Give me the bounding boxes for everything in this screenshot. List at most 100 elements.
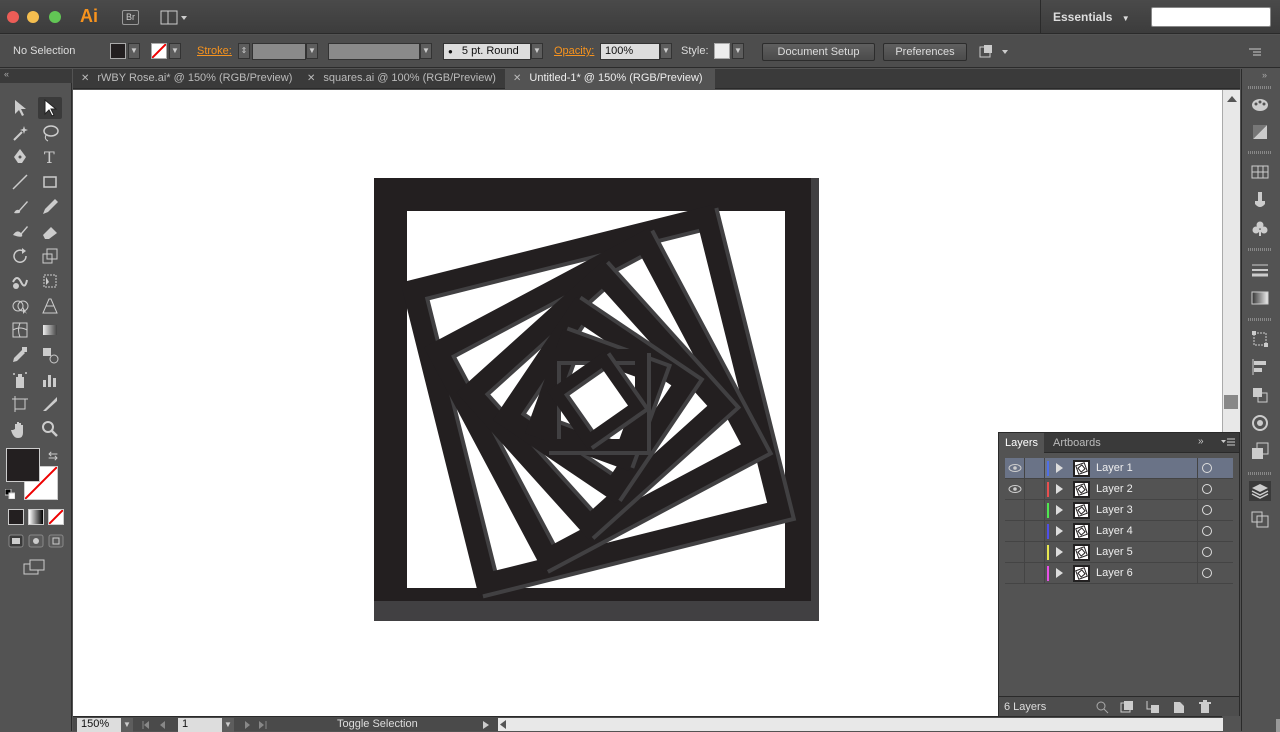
stroke-label[interactable]: Stroke: <box>197 45 232 57</box>
brushes-button[interactable] <box>1249 190 1271 210</box>
stroke-weight-stepper[interactable]: ⇕ <box>238 43 250 59</box>
panel-menu-icon[interactable] <box>1221 436 1235 448</box>
layer-lock-toggle[interactable] <box>1025 479 1045 499</box>
tab-document[interactable]: ✕ squares.ai @ 100% (RGB/Preview) <box>299 69 503 89</box>
create-new-layer-icon[interactable] <box>1172 700 1186 714</box>
tools-panel-header[interactable]: « <box>0 69 72 83</box>
horizontal-scrollbar[interactable] <box>498 718 1280 732</box>
layer-visibility-toggle[interactable] <box>1005 500 1025 520</box>
style-dropdown[interactable]: ▼ <box>732 43 744 59</box>
color-mode-icon[interactable] <box>8 509 24 525</box>
expand-triangle-icon[interactable] <box>1056 568 1063 578</box>
make-clipping-mask-icon[interactable] <box>1120 700 1134 714</box>
layer-lock-toggle[interactable] <box>1025 458 1045 478</box>
free-transform-tool-button[interactable] <box>38 270 62 292</box>
layers-panel-button[interactable] <box>1249 481 1271 501</box>
brush-definition[interactable]: ● 5 pt. Round <box>443 43 531 60</box>
tab-layers[interactable]: Layers <box>999 433 1045 453</box>
document-setup-button[interactable]: Document Setup <box>762 43 875 61</box>
fill-color-front[interactable] <box>6 448 40 482</box>
swatches-button[interactable] <box>1249 162 1271 182</box>
drawing-modes[interactable] <box>8 533 64 549</box>
close-tab-icon[interactable]: ✕ <box>81 73 89 84</box>
target-icon[interactable] <box>1202 505 1212 515</box>
align-panel-button[interactable] <box>1249 357 1271 377</box>
none-mode-icon[interactable] <box>48 509 64 525</box>
tab-document[interactable]: ✕ rWBY Rose.ai* @ 150% (RGB/Preview) <box>73 69 297 89</box>
color-panel-button[interactable] <box>1249 95 1271 115</box>
screen-mode-button[interactable] <box>22 558 46 576</box>
stroke-weight-dropdown[interactable]: ▼ <box>306 43 318 59</box>
tab-document[interactable]: ✕ Untitled-1* @ 150% (RGB/Preview) <box>505 69 715 89</box>
fill-swatch[interactable] <box>110 43 126 59</box>
blend-tool-button[interactable] <box>38 344 62 366</box>
vertical-scroll-thumb[interactable] <box>1224 395 1238 409</box>
stroke-dropdown[interactable]: ▼ <box>169 43 181 59</box>
stroke-swatch[interactable] <box>151 43 167 59</box>
zoom-window-button[interactable] <box>49 11 61 23</box>
dock-grip[interactable] <box>1248 86 1272 89</box>
rotate-tool-button[interactable] <box>8 245 32 267</box>
layer-visibility-toggle[interactable] <box>1005 521 1025 541</box>
pathfinder-panel-button[interactable] <box>1249 385 1271 405</box>
appearance-panel-button[interactable] <box>1249 413 1271 433</box>
expand-triangle-icon[interactable] <box>1056 463 1063 473</box>
shape-builder-tool-button[interactable] <box>8 295 32 317</box>
column-graph-tool-button[interactable] <box>38 369 62 391</box>
tab-artboards[interactable]: Artboards <box>1047 433 1107 453</box>
close-tab-icon[interactable]: ✕ <box>307 73 315 84</box>
close-tab-icon[interactable]: ✕ <box>513 73 521 84</box>
swap-fill-stroke-icon[interactable]: ⇆ <box>48 449 58 463</box>
zoom-level-field[interactable]: 150% <box>77 718 121 732</box>
target-icon[interactable] <box>1202 547 1212 557</box>
expand-panels-icon[interactable]: » <box>1262 70 1267 80</box>
dock-grip[interactable] <box>1248 151 1272 154</box>
hand-tool-button[interactable] <box>8 418 32 440</box>
layer-row[interactable]: Layer 5 <box>1005 542 1233 563</box>
expand-triangle-icon[interactable] <box>1056 484 1063 494</box>
perspective-grid-tool-button[interactable] <box>38 295 62 317</box>
close-window-button[interactable] <box>7 11 19 23</box>
eyedropper-tool-button[interactable] <box>8 344 32 366</box>
status-menu-arrow-icon[interactable] <box>481 720 491 730</box>
dock-grip[interactable] <box>1248 318 1272 321</box>
slice-tool-button[interactable] <box>38 393 62 415</box>
layer-lock-toggle[interactable] <box>1025 542 1045 562</box>
expand-triangle-icon[interactable] <box>1056 547 1063 557</box>
layer-row[interactable]: Layer 6 <box>1005 563 1233 584</box>
variable-width-profile[interactable] <box>328 43 420 60</box>
warp-tool-button[interactable] <box>8 270 32 292</box>
lasso-tool-button[interactable] <box>38 122 62 144</box>
bridge-button[interactable]: Br <box>122 10 139 25</box>
minimize-window-button[interactable] <box>27 11 39 23</box>
artboard-tool-button[interactable] <box>8 393 32 415</box>
create-sublayer-icon[interactable] <box>1146 700 1160 714</box>
opacity-dropdown[interactable]: ▼ <box>660 43 672 59</box>
symbol-sprayer-tool-button[interactable] <box>8 369 32 391</box>
gradient-mode-icon[interactable] <box>28 509 44 525</box>
artboard-number-field[interactable]: 1 <box>178 718 222 732</box>
target-icon[interactable] <box>1202 463 1212 473</box>
fill-dropdown[interactable]: ▼ <box>128 43 140 59</box>
layer-visibility-toggle[interactable] <box>1005 458 1025 478</box>
isolate-mode-button[interactable] <box>978 44 1008 60</box>
search-input[interactable] <box>1151 7 1271 27</box>
direct-selection-tool-button[interactable] <box>38 97 62 119</box>
brush-dropdown[interactable]: ▼ <box>531 43 543 59</box>
magic-wand-tool-button[interactable] <box>8 122 32 144</box>
target-icon[interactable] <box>1202 484 1212 494</box>
arrange-documents-button[interactable] <box>160 10 188 25</box>
line-tool-button[interactable] <box>8 171 32 193</box>
toggle-selection-status[interactable]: Toggle Selection <box>337 718 418 730</box>
artboard-nav-first-prev-icon[interactable] <box>141 720 175 730</box>
layer-row[interactable]: Layer 4 <box>1005 521 1233 542</box>
pencil-tool-button[interactable] <box>38 196 62 218</box>
selection-tool-button[interactable] <box>8 97 32 119</box>
symbols-button[interactable] <box>1249 219 1271 239</box>
default-colors-icon[interactable] <box>4 488 16 500</box>
opacity-label[interactable]: Opacity: <box>554 45 594 57</box>
type-tool-button[interactable]: T <box>38 146 62 168</box>
zoom-tool-button[interactable] <box>38 418 62 440</box>
graphic-styles-button[interactable] <box>1249 441 1271 461</box>
target-icon[interactable] <box>1202 526 1212 536</box>
